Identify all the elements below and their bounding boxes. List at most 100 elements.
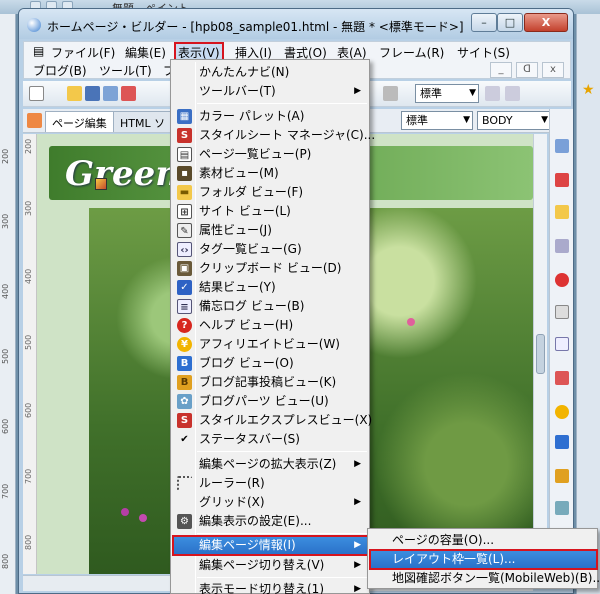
clipboard-icon: ▣ — [177, 261, 192, 276]
help-icon[interactable] — [555, 273, 569, 287]
submenu-item-page-size[interactable]: ページの容量(O)... — [370, 531, 597, 550]
menu-item-label: 編集ページ情報(I) — [199, 538, 296, 552]
toolbar-icon[interactable] — [383, 86, 398, 101]
menu-item-edit-display-settings[interactable]: ⚙ 編集表示の設定(E)... — [173, 512, 369, 531]
menu-item-affiliate-view[interactable]: ¥ アフィリエイトビュー(W) — [173, 335, 369, 354]
view-menu-dropdown: かんたんナビ(N) ツールバー(T) ▶ ▦ カラー パレット(A) S スタイルシー… — [170, 59, 375, 594]
edit-page-info-submenu: ページの容量(O)... レイアウト枠一覧(L)... 地図確認ボタン一覧(Mo… — [367, 528, 600, 589]
tag-combo[interactable]: BODY ▼ — [477, 111, 551, 130]
image-marker-icon[interactable] — [95, 178, 107, 190]
menu-item-blog-post-view[interactable]: B ブログ記事投稿ビュー(K) — [173, 373, 369, 392]
menu-item-help-view[interactable]: ? ヘルプ ビュー(H) — [173, 316, 369, 335]
menu-item-stylesheet-manager[interactable]: S スタイルシート マネージャ(C)... — [173, 126, 375, 145]
menu-item-label: ページ一覧ビュー(P) — [199, 147, 312, 161]
menu-item-label: スタイルエクスプレスビュー(X) — [199, 413, 373, 427]
save-all-icon[interactable] — [103, 86, 118, 101]
page-list-icon: ▤ — [177, 147, 192, 162]
blog-post-icon[interactable] — [555, 469, 569, 483]
tag-icon[interactable] — [555, 337, 569, 351]
blog-parts-icon[interactable] — [555, 501, 569, 515]
menu-item-grid[interactable]: グリッド(X) ▶ — [173, 493, 369, 512]
menu-item-label: フォルダ ビュー(F) — [199, 185, 304, 199]
flower-mark — [139, 514, 147, 522]
menu-item-label: ルーラー(R) — [199, 476, 265, 490]
favorite-star-icon[interactable]: ★ — [582, 82, 595, 98]
material-icon[interactable] — [555, 173, 569, 187]
ruler-tick: 800 — [24, 534, 33, 550]
affiliate-icon[interactable] — [555, 405, 569, 419]
save-icon[interactable] — [85, 86, 100, 101]
size-combo[interactable]: 標準 ▼ — [401, 111, 473, 130]
title-bar[interactable]: ホームページ・ビルダー - [hpb08_sample01.html - 無題 … — [19, 9, 573, 39]
menu-item-label: サイト ビュー(L) — [199, 204, 291, 218]
menu-item-style-express-view[interactable]: S スタイルエクスプレスビュー(X) — [173, 411, 373, 430]
menu-item-switch-edit-page[interactable]: 編集ページ切り替え(V) ▶ — [173, 556, 369, 575]
blog-icon: B — [177, 356, 192, 371]
menu-item-label: クリップボード ビュー(D) — [199, 261, 342, 275]
menu-item-zoom[interactable]: 編集ページの拡大表示(Z) ▶ — [173, 455, 369, 474]
page-view-icon[interactable] — [555, 139, 569, 153]
menu-item-ruler[interactable]: ルーラー(R) — [173, 474, 369, 493]
new-page-icon[interactable] — [29, 86, 44, 101]
mdi-restore-button[interactable]: ᗡ — [516, 62, 538, 78]
maximize-button[interactable]: □ — [497, 13, 523, 32]
menu-item-clipboard-view[interactable]: ▣ クリップボード ビュー(D) — [173, 259, 369, 278]
chevron-down-icon: ▼ — [541, 115, 548, 125]
attribute-icon[interactable] — [555, 305, 569, 319]
menu-item-site-view[interactable]: ⊞ サイト ビュー(L) — [173, 202, 369, 221]
align-icon[interactable] — [505, 86, 520, 101]
tag-icon: ‹› — [177, 242, 192, 257]
style-combo[interactable]: 標準 ▼ — [415, 84, 479, 103]
folder-icon[interactable] — [555, 205, 569, 219]
menu-edit[interactable]: 編集(E) — [122, 43, 169, 62]
menu-item-folder-view[interactable]: ▬ フォルダ ビュー(F) — [173, 183, 369, 202]
mdi-minimize-button[interactable]: _ — [490, 62, 512, 78]
submenu-item-map-button-list[interactable]: 地図確認ボタン一覧(MobileWeb)(B)... — [370, 569, 600, 588]
menu-file[interactable]: ファイル(F) — [48, 43, 118, 62]
minimize-button[interactable]: – — [471, 13, 497, 32]
mdi-close-button[interactable]: x — [542, 62, 564, 78]
menu-item-memo-log-view[interactable]: ≡ 備忘ログ ビュー(B) — [173, 297, 369, 316]
menu-frame[interactable]: フレーム(R) — [376, 43, 447, 62]
blog-icon[interactable] — [555, 435, 569, 449]
site-icon[interactable] — [555, 239, 569, 253]
style-express-icon: S — [177, 413, 192, 428]
tab-page-edit[interactable]: ページ編集 — [45, 111, 114, 132]
style-combo-value: 標準 — [420, 87, 442, 100]
menu-item-tag-list-view[interactable]: ‹› タグ一覧ビュー(G) — [173, 240, 369, 259]
submenu-item-layout-frame-list[interactable]: レイアウト枠一覧(L)... — [369, 549, 598, 570]
menu-item-color-palette[interactable]: ▦ カラー パレット(A) — [173, 107, 369, 126]
ruler-tick: 600 — [1, 418, 10, 434]
menu-item-page-list-view[interactable]: ▤ ページ一覧ビュー(P) — [173, 145, 369, 164]
menu-item-switch-display-mode[interactable]: 表示モード切り替え(1) ▶ — [173, 580, 369, 594]
preview-icon[interactable] — [121, 86, 136, 101]
scroll-thumb[interactable] — [536, 334, 545, 374]
menu-item-label: 編集ページの拡大表示(Z) — [199, 457, 337, 471]
blog-parts-icon: ✿ — [177, 394, 192, 409]
help-icon: ? — [177, 318, 192, 333]
tab-html-source[interactable]: HTML ソ — [113, 111, 173, 132]
stylesheet-icon[interactable] — [555, 371, 569, 385]
submenu-arrow-icon: ▶ — [354, 540, 361, 550]
align-icon[interactable] — [485, 86, 500, 101]
vertical-scrollbar[interactable] — [533, 134, 547, 575]
app-icon[interactable] — [27, 18, 41, 32]
menu-blog[interactable]: ブログ(B) — [30, 61, 90, 80]
check-icon: ✔ — [180, 434, 189, 445]
menu-item-attribute-view[interactable]: ✎ 属性ビュー(J) — [173, 221, 369, 240]
menu-item-blog-parts-view[interactable]: ✿ ブログパーツ ビュー(U) — [173, 392, 369, 411]
menu-site[interactable]: サイト(S) — [454, 43, 513, 62]
menu-item-status-bar[interactable]: ✔ ステータスバー(S) — [173, 430, 369, 449]
stylesheet-icon: S — [177, 128, 192, 143]
menu-item-toolbar[interactable]: ツールバー(T) ▶ — [173, 82, 369, 101]
menu-item-blog-view[interactable]: B ブログ ビュー(O) — [173, 354, 369, 373]
close-button[interactable]: X — [524, 13, 568, 32]
memo-icon: ≡ — [177, 299, 192, 314]
menu-tools[interactable]: ツール(T) — [96, 61, 155, 80]
menu-item-edit-page-info[interactable]: 編集ページ情報(I) ▶ — [172, 535, 370, 556]
menu-item-material-view[interactable]: ▪ 素材ビュー(M) — [173, 164, 369, 183]
edit-mode-icon[interactable] — [27, 113, 42, 128]
menu-item-easy-navi[interactable]: かんたんナビ(N) — [173, 63, 369, 82]
open-folder-icon[interactable] — [67, 86, 82, 101]
menu-item-result-view[interactable]: ✓ 結果ビュー(Y) — [173, 278, 369, 297]
